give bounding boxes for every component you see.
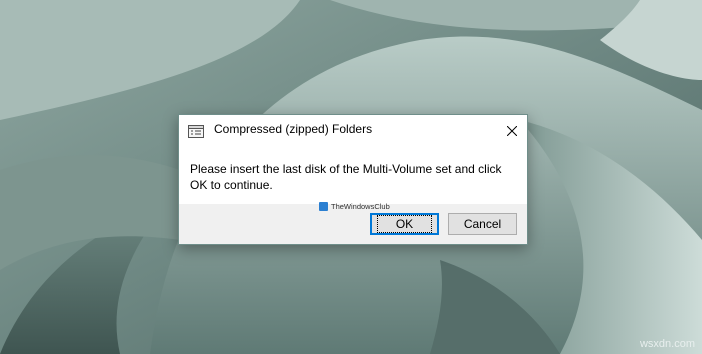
compressed-folders-dialog: Compressed (zipped) Folders Please inser… xyxy=(178,114,528,245)
zip-folder-icon xyxy=(188,123,204,138)
dialog-title: Compressed (zipped) Folders xyxy=(214,122,373,136)
close-icon xyxy=(506,121,518,140)
watermark: TheWindowsClub xyxy=(319,202,390,211)
dialog-message: Please insert the last disk of the Multi… xyxy=(190,162,502,192)
cancel-button-label: Cancel xyxy=(463,217,502,231)
ok-button[interactable]: OK xyxy=(370,213,439,235)
watermark-text: TheWindowsClub xyxy=(331,202,390,211)
windows-club-logo-icon xyxy=(319,202,328,211)
close-button[interactable] xyxy=(497,115,527,145)
dialog-footer: TheWindowsClub OK Cancel xyxy=(179,202,527,244)
cancel-button[interactable]: Cancel xyxy=(448,213,517,235)
ok-button-label: OK xyxy=(376,215,433,233)
dialog-titlebar[interactable]: Compressed (zipped) Folders xyxy=(179,115,527,145)
site-watermark: wsxdn.com xyxy=(639,338,695,350)
